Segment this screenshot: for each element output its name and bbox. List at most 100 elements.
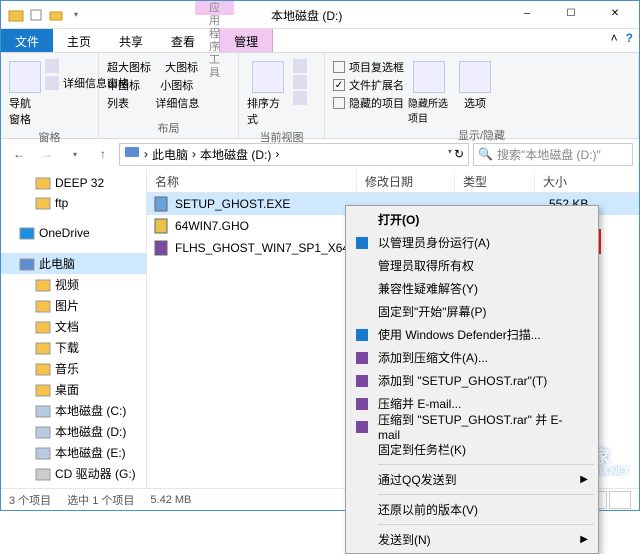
tree-item-音乐[interactable]: 音乐 [1,358,146,379]
col-date[interactable]: 修改日期 [357,169,455,192]
hide-selected-icon [413,61,445,93]
ribbon: 导航窗格 预览窗格 详细信息窗格 窗格 超大图标 大图标 中图标 小图标 列表 … [1,53,639,139]
desktop-icon [35,382,51,398]
status-size: 5.42 MB [150,494,191,506]
ctx-item[interactable]: 添加到压缩文件(A)... [348,346,596,369]
tab-manage[interactable]: 管理 [219,29,273,52]
properties-icon[interactable] [27,6,45,24]
defender-icon [354,327,370,343]
tree-item-本地磁盘 (C:)[interactable]: 本地磁盘 (C:) [1,400,146,421]
file-ext-cb[interactable]: ✓ [333,79,345,91]
crumb-pc[interactable]: 此电脑 [152,146,188,163]
tree-item-DEEP 32[interactable]: DEEP 32 [1,173,146,193]
pc-icon [19,256,35,272]
hidden-items-cb[interactable] [333,97,345,109]
tab-home[interactable]: 主页 [53,29,105,52]
ctx-item[interactable]: 还原以前的版本(V) [348,498,596,521]
search-icon: 🔍 [478,147,493,161]
ctx-separator [378,494,594,495]
sort-button[interactable]: 排序方式 [247,57,289,127]
ctx-item[interactable]: 压缩到 "SETUP_GHOST.rar" 并 E-mail [348,415,596,438]
tree-item-CD 驱动器 (G:)[interactable]: CD 驱动器 (G:) [1,463,146,484]
item-checkboxes-cb[interactable] [333,61,345,73]
search-input[interactable]: 🔍 搜索"本地磁盘 (D:)" [473,143,633,166]
ctx-item[interactable]: 使用 Windows Defender扫描... [348,323,596,346]
col-type[interactable]: 类型 [455,169,535,192]
addr-dropdown-icon[interactable]: ▾ [448,147,452,161]
breadcrumb[interactable]: › 此电脑 › 本地磁盘 (D:) › ▾ ↻ [119,143,469,166]
hide-selected-label: 隐藏所选项目 [408,95,450,125]
ctx-item[interactable]: 管理员取得所有权 [348,254,596,277]
ctx-item-label: 还原以前的版本(V) [378,501,478,518]
options-button[interactable]: 选项 [454,57,496,125]
drive-icon [35,424,51,440]
layout-s[interactable]: 小图标 [160,77,193,93]
thumbnails-view-button[interactable] [609,491,631,509]
back-button[interactable]: ← [7,142,31,166]
hidden-items-label: 隐藏的项目 [349,95,404,111]
new-folder-icon[interactable] [47,6,65,24]
file-name: SETUP_GHOST.EXE [175,197,371,211]
up-button[interactable]: ↑ [91,142,115,166]
minimize-button[interactable]: — [505,1,549,27]
item-checkboxes-label: 项目复选框 [349,59,404,75]
ctx-item[interactable]: 兼容性疑难解答(Y) [348,277,596,300]
tab-file[interactable]: 文件 [1,29,53,52]
file-name: 64WIN7.GHO [175,219,371,233]
ctx-item-label: 压缩并 E-mail... [378,395,461,412]
ctx-item[interactable]: 以管理员身份运行(A) [348,231,596,254]
group-by-button[interactable] [293,59,307,73]
tree-item-label: DEEP 32 [55,176,104,190]
ctx-item[interactable]: 打开(O) [348,208,596,231]
size-columns-button[interactable] [293,91,307,105]
tab-share[interactable]: 共享 [105,29,157,52]
tree-item-label: 下载 [55,339,79,356]
layout-l[interactable]: 大图标 [165,59,198,75]
layout-xl[interactable]: 超大图标 [107,59,151,75]
size-columns-icon [293,91,307,105]
close-button[interactable]: ✕ [593,1,637,27]
ctx-item-label: 固定到任务栏(K) [378,441,466,458]
tree-item-此电脑[interactable]: 此电脑 [1,253,146,274]
history-dropdown[interactable]: ▾ [63,142,87,166]
nav-tree[interactable]: DEEP 32 ftp OneDrive 此电脑视频图片文档下载音乐桌面本地磁盘 (C… [1,169,147,488]
hide-selected-button[interactable]: 隐藏所选项目 [408,57,450,125]
layout-details[interactable]: 详细信息 [155,95,199,111]
tree-item-本地磁盘 (D:)[interactable]: 本地磁盘 (D:) [1,421,146,442]
nav-pane-button[interactable]: 导航窗格 [9,57,41,127]
forward-button[interactable]: → [35,142,59,166]
contextual-tab-label: 应用程序工具 [195,1,234,15]
crumb-drive[interactable]: 本地磁盘 (D:) [200,146,271,163]
ctx-item-label: 固定到"开始"屏幕(P) [378,303,487,320]
tree-item-文档[interactable]: 文档 [1,316,146,337]
layout-m[interactable]: 中图标 [107,77,140,93]
refresh-icon[interactable]: ↻ [454,147,464,161]
ctx-item[interactable]: 固定到任务栏(K) [348,438,596,461]
qat-dropdown-icon[interactable]: ▾ [67,6,85,24]
maximize-button[interactable]: ☐ [549,1,593,27]
rar-icon [354,350,370,366]
ctx-item[interactable]: 通过QQ发送到▶ [348,468,596,491]
folder-icon [7,6,25,24]
tree-item-视频[interactable]: 视频 [1,274,146,295]
ctx-item[interactable]: 发送到(N)▶ [348,528,596,551]
tree-item-桌面[interactable]: 桌面 [1,379,146,400]
tree-item-ftp[interactable]: ftp [1,193,146,213]
layout-list[interactable]: 列表 [107,95,129,111]
tree-item-下载[interactable]: 下载 [1,337,146,358]
group-layout-label: 布局 [107,118,230,136]
ctx-item[interactable]: 固定到"开始"屏幕(P) [348,300,596,323]
col-size[interactable]: 大小 [535,169,639,192]
tree-item-图片[interactable]: 图片 [1,295,146,316]
help-icon[interactable]: ? [626,31,633,45]
tree-item-label: OneDrive [39,226,90,240]
tree-item-label: 视频 [55,276,79,293]
options-icon [459,61,491,93]
ctx-item[interactable]: 添加到 "SETUP_GHOST.rar"(T) [348,369,596,392]
tree-item-OneDrive[interactable]: OneDrive [1,223,146,243]
tab-view[interactable]: 查看 [157,29,209,52]
ribbon-collapse-icon[interactable]: ˄ [611,31,618,45]
tree-item-本地磁盘 (E:)[interactable]: 本地磁盘 (E:) [1,442,146,463]
add-columns-button[interactable] [293,75,307,89]
col-name[interactable]: 名称 [147,169,357,192]
